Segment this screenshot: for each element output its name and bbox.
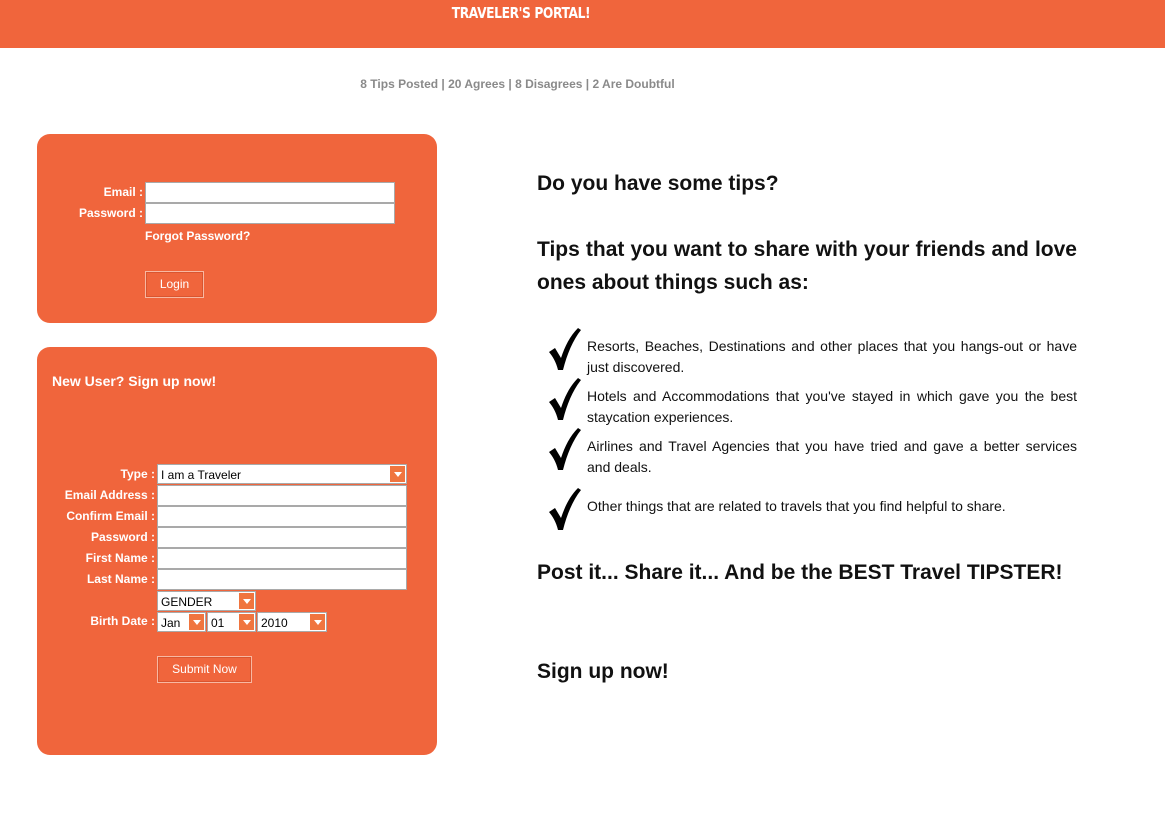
signup-heading: New User? Sign up now! xyxy=(52,373,217,389)
first-name-label: First Name : xyxy=(85,551,155,565)
email-address-label: Email Address : xyxy=(64,488,155,502)
chevron-down-icon xyxy=(239,593,254,609)
signup-password-input[interactable] xyxy=(157,527,407,548)
tip-text: Resorts, Beaches, Destinations and other… xyxy=(587,338,1077,375)
first-name-input[interactable] xyxy=(157,548,407,569)
tagline-heading: Post it... Share it... And be the BEST T… xyxy=(537,561,1063,584)
submit-now-button[interactable]: Submit Now xyxy=(157,656,252,683)
chevron-down-icon xyxy=(189,614,204,630)
gender-selected-value: GENDER xyxy=(161,595,213,609)
chevron-down-icon xyxy=(310,614,325,630)
tip-stats: 8 Tips Posted | 20 Agrees | 8 Disagrees … xyxy=(360,77,675,91)
birth-day-select[interactable]: 01 xyxy=(207,612,256,632)
birth-date-label: Birth Date : xyxy=(90,614,155,628)
question-heading: Do you have some tips? xyxy=(537,172,779,195)
password-label: Password : xyxy=(78,206,143,220)
type-select[interactable]: I am a Traveler xyxy=(157,464,407,484)
last-name-input[interactable] xyxy=(157,569,407,590)
checkmark-icon xyxy=(549,488,581,530)
type-selected-value: I am a Traveler xyxy=(161,468,242,482)
last-name-label: Last Name : xyxy=(86,572,155,586)
intro-heading: Tips that you want to share with your fr… xyxy=(537,238,1077,294)
header-bar: TRAVELER'S PORTAL! xyxy=(0,0,1165,48)
email-label: Email : xyxy=(103,185,143,199)
type-label: Type : xyxy=(120,467,155,481)
gender-select[interactable]: GENDER xyxy=(157,591,256,611)
forgot-password-link[interactable]: Forgot Password? xyxy=(145,229,250,243)
checkmark-icon xyxy=(549,378,581,420)
signup-panel: New User? Sign up now! Type : I am a Tra… xyxy=(37,347,437,755)
checkmark-icon xyxy=(549,328,581,370)
confirm-email-input[interactable] xyxy=(157,506,407,527)
tip-text: Airlines and Travel Agencies that you ha… xyxy=(587,438,1077,475)
tip-text: Other things that are related to travels… xyxy=(587,498,1006,514)
chevron-down-icon xyxy=(239,614,254,630)
birth-month-select[interactable]: Jan xyxy=(157,612,206,632)
login-panel: Email : Password : Forgot Password? Logi… xyxy=(37,134,437,323)
login-button[interactable]: Login xyxy=(145,271,204,298)
confirm-email-label: Confirm Email : xyxy=(66,509,155,523)
birth-month-value: Jan xyxy=(161,616,181,630)
birth-year-select[interactable]: 2010 xyxy=(257,612,327,632)
signup-email-input[interactable] xyxy=(157,485,407,506)
birth-day-value: 01 xyxy=(211,616,225,630)
cta-heading: Sign up now! xyxy=(537,660,669,683)
tip-text: Hotels and Accommodations that you've st… xyxy=(587,388,1077,425)
login-email-input[interactable] xyxy=(145,182,395,203)
birth-year-value: 2010 xyxy=(261,616,288,630)
checkmark-icon xyxy=(549,428,581,470)
chevron-down-icon xyxy=(390,466,405,482)
site-title: TRAVELER'S PORTAL! xyxy=(451,4,591,22)
signup-password-label: Password : xyxy=(90,530,155,544)
login-password-input[interactable] xyxy=(145,203,395,224)
